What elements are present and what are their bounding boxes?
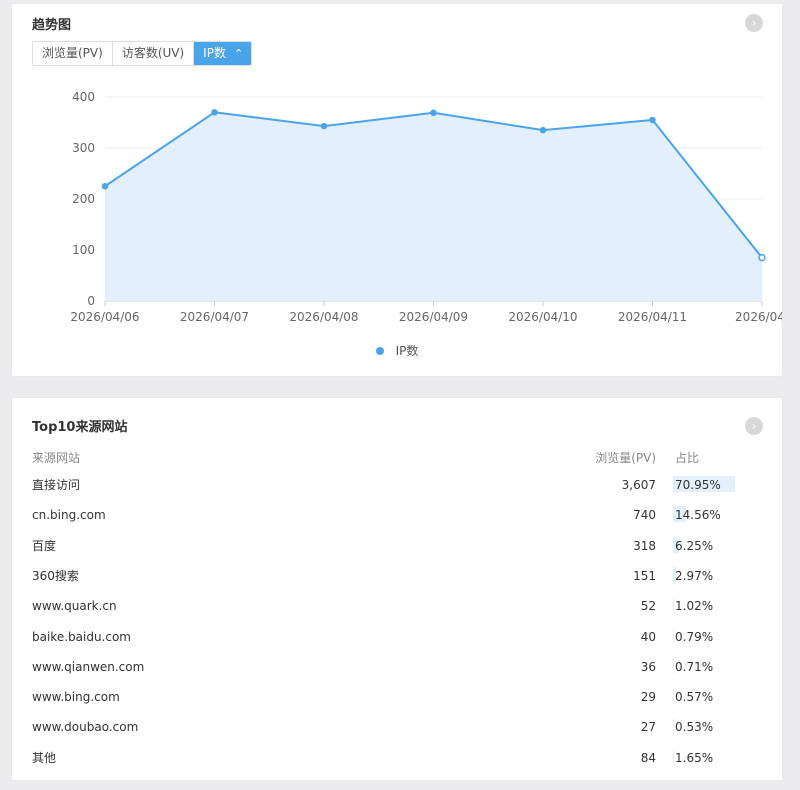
table-row[interactable]: www.qianwen.com 36 0.71% (12, 656, 782, 678)
pv-value: 40 (640, 629, 656, 644)
share-value: 2.97% (675, 568, 714, 583)
table-row[interactable]: 其他 84 1.65% (12, 747, 782, 769)
data-point (649, 116, 656, 124)
pv-value: 3,607 (621, 478, 656, 492)
data-point (101, 183, 109, 190)
top10-card: Top10来源网站 › 来源网站 浏览量(PV) 占比 直接访问 3,607 70.… (12, 398, 782, 780)
header-share: 占比 (675, 451, 700, 465)
share-value: 6.25% (675, 538, 714, 553)
share-bar (673, 627, 674, 644)
table-row[interactable]: 直接访问 3,607 70.95% (12, 474, 782, 496)
x-tick-label: 2026/04/08 (289, 310, 358, 324)
data-point (758, 253, 766, 262)
site-name[interactable]: 其他 (32, 750, 56, 766)
site-name[interactable]: 直接访问 (32, 477, 80, 493)
site-name[interactable]: www.bing.com (32, 689, 120, 705)
share-bar (673, 688, 674, 705)
pv-value: 318 (633, 538, 656, 553)
trend-card: 趋势图 › 浏览量(PV) 访客数(UV) IP数 ⌃ 0 100 200 300 400… (12, 4, 782, 376)
site-name[interactable]: baike.baidu.com (32, 629, 131, 645)
x-tick-label: 2026/04/10 (508, 310, 577, 324)
share-value: 14.56% (675, 508, 721, 523)
x-tick-label: 2026/04/09 (399, 310, 468, 324)
share-value: 0.53% (675, 720, 714, 735)
site-name[interactable]: www.qianwen.com (32, 659, 144, 675)
share-bar (673, 597, 674, 614)
ip-trend-chart: 0 100 200 300 400 2026/04/06 2026/04/07 2026/04… (70, 90, 782, 324)
data-point (539, 126, 547, 134)
share-bar (673, 657, 674, 674)
pv-value: 151 (633, 568, 656, 583)
y-tick-label: 300 (72, 141, 95, 155)
table-row[interactable]: www.bing.com 29 0.57% (12, 686, 782, 708)
legend-label: IP数 (395, 344, 419, 358)
x-tick-label: 2026/04/07 (180, 310, 249, 324)
site-name[interactable]: cn.bing.com (32, 507, 106, 523)
table-row[interactable]: www.doubao.com 27 0.53% (12, 716, 782, 738)
pv-value: 52 (640, 599, 656, 614)
pv-value: 36 (640, 659, 656, 674)
y-tick-label: 100 (72, 243, 95, 257)
site-name[interactable]: www.doubao.com (32, 719, 138, 735)
y-tick-label: 400 (72, 90, 95, 104)
data-point (320, 122, 328, 130)
legend-dot (375, 346, 384, 355)
pv-value: 740 (633, 508, 656, 523)
table-row[interactable]: baike.baidu.com 40 0.79% (12, 626, 782, 648)
x-tick-label: 2026/04/11 (618, 310, 687, 324)
share-value: 1.02% (675, 599, 714, 614)
table-row[interactable]: 360搜索 151 2.97% (12, 565, 782, 587)
x-tick-label: 2026/04/ (735, 310, 782, 324)
pv-value: 84 (640, 750, 656, 765)
table-row[interactable]: www.quark.cn 52 1.02% (12, 595, 782, 617)
share-value: 70.95% (675, 478, 721, 492)
site-name[interactable]: www.quark.cn (32, 598, 117, 614)
site-name[interactable]: 百度 (32, 538, 56, 554)
y-tick-label: 200 (72, 192, 95, 206)
site-name[interactable]: 360搜索 (32, 568, 79, 584)
x-tick-label: 2026/04/06 (70, 310, 139, 324)
header-pv: 浏览量(PV) (595, 451, 656, 465)
data-point (211, 109, 218, 116)
pv-value: 27 (640, 720, 656, 735)
chevron-right-icon[interactable]: › (745, 417, 763, 435)
series-area (105, 112, 762, 301)
share-value: 1.65% (675, 750, 714, 765)
header-site: 来源网站 (32, 451, 81, 465)
data-point (430, 109, 437, 117)
pv-value: 29 (640, 690, 656, 705)
table-row[interactable]: 百度 318 6.25% (12, 535, 782, 557)
share-value: 0.57% (675, 690, 714, 705)
chart-legend[interactable]: IP数 (12, 342, 782, 359)
share-value: 0.79% (675, 629, 714, 644)
top10-title: Top10来源网站 (32, 420, 128, 435)
table-row[interactable]: cn.bing.com 740 14.56% (12, 504, 782, 526)
share-value: 0.71% (675, 659, 714, 674)
y-tick-label: 0 (87, 294, 95, 308)
